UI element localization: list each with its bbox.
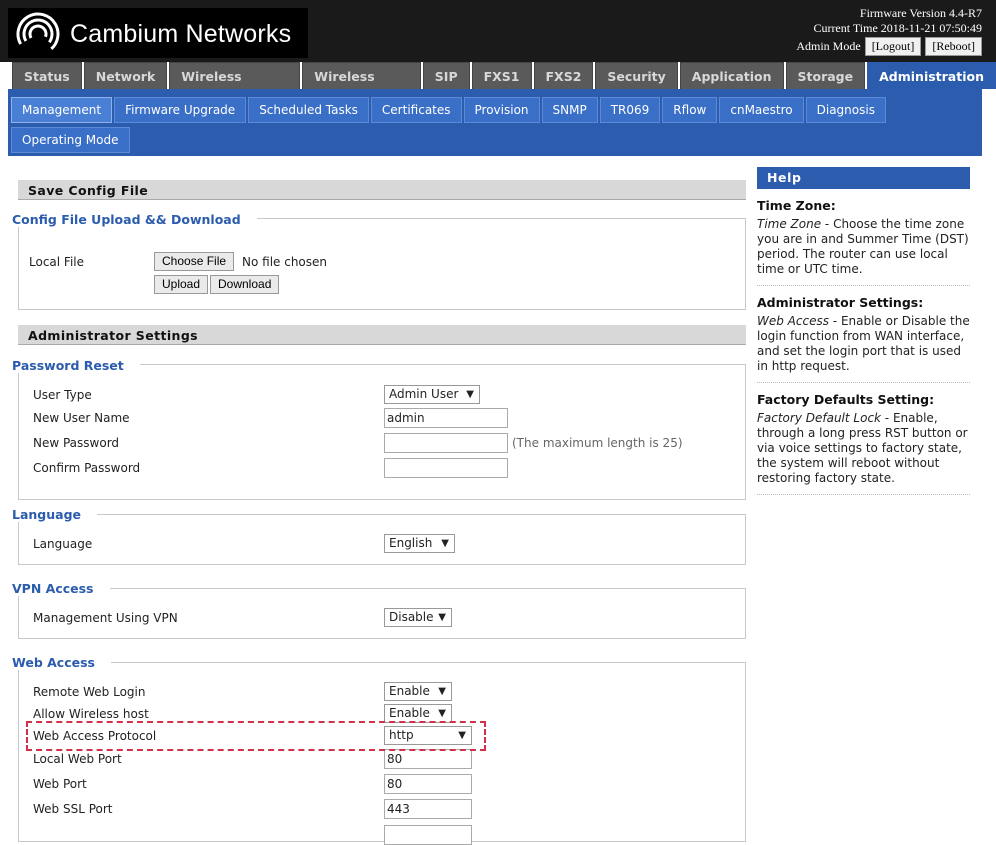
current-time: Current Time 2018-11-21 07:50:49 [813, 21, 982, 35]
subtab-cnmaestro[interactable]: cnMaestro [719, 97, 804, 123]
password-reset-group-title: Password Reset [12, 358, 140, 373]
web-ssl-port-label: Web SSL Port [33, 802, 113, 816]
download-button[interactable]: Download [210, 275, 280, 294]
upload-button[interactable]: Upload [154, 275, 209, 294]
web-port-input[interactable]: 80 [384, 774, 472, 794]
tab-wireless-24[interactable]: Wireless 2.4GHz [169, 62, 301, 111]
admin-settings-header: Administrator Settings [18, 325, 746, 345]
tab-administration[interactable]: Administration [867, 62, 996, 89]
vpn-access-group-title: VPN Access [12, 581, 110, 596]
logout-button[interactable]: [Logout] [864, 37, 922, 56]
tab-sip[interactable]: SIP [422, 62, 470, 89]
user-type-select[interactable]: Admin User ▼ [384, 385, 480, 404]
brand-name: Cambium Networks [70, 20, 292, 48]
no-file-chosen: No file chosen [242, 255, 328, 269]
new-user-name-label: New User Name [33, 411, 130, 425]
subtab-provision[interactable]: Provision [463, 97, 540, 123]
tab-network[interactable]: Network [83, 62, 168, 89]
help-block-admin-settings: Administrator Settings: Web Access - Ena… [757, 286, 970, 383]
chevron-down-icon: ▼ [438, 612, 446, 623]
tab-fxs1[interactable]: FXS1 [471, 62, 532, 89]
brand-logo: Cambium Networks [8, 8, 308, 58]
firmware-version: Firmware Version 4.4-R7 [859, 6, 982, 20]
confirm-password-label: Confirm Password [33, 461, 141, 475]
config-file-group-title: Config File Upload && Download [12, 212, 257, 227]
help-title: Time Zone: [757, 198, 836, 213]
subtab-certificates[interactable]: Certificates [370, 97, 462, 123]
subtab-snmp[interactable]: SNMP [541, 97, 598, 123]
chevron-down-icon: ▼ [438, 686, 446, 697]
new-password-label: New Password [33, 436, 120, 450]
tab-fxs2[interactable]: FXS2 [533, 62, 594, 89]
subtab-tr069[interactable]: TR069 [599, 97, 661, 123]
language-value: English [389, 536, 433, 550]
content-area: Save Config File Local File Choose File … [8, 156, 982, 845]
mgmt-vpn-select[interactable]: Disable ▼ [384, 608, 452, 627]
remote-web-login-select[interactable]: Enable ▼ [384, 682, 452, 701]
subtab-management[interactable]: Management [11, 97, 113, 123]
new-password-input[interactable] [384, 433, 508, 453]
choose-file-button[interactable]: Choose File [154, 252, 235, 271]
chevron-down-icon: ▼ [466, 389, 474, 400]
remote-web-login-label: Remote Web Login [33, 685, 146, 699]
web-access-group-title: Web Access [12, 655, 111, 670]
sub-navigation: Management Firmware Upgrade Scheduled Ta… [8, 89, 982, 156]
password-reset-fieldset: User Type Admin User ▼ New User Name adm… [18, 364, 746, 500]
admin-mode-label: Admin Mode [796, 39, 861, 53]
help-block-factory-defaults: Factory Defaults Setting: Factory Defaul… [757, 383, 970, 495]
tab-wireless-5[interactable]: Wireless 5GHz [302, 62, 421, 111]
remote-web-login-value: Enable [389, 684, 430, 698]
tab-storage[interactable]: Storage [785, 62, 866, 89]
language-select[interactable]: English ▼ [384, 534, 455, 553]
chevron-down-icon: ▼ [441, 538, 449, 549]
help-title: Administrator Settings: [757, 295, 924, 310]
cambium-logo-icon [16, 12, 60, 56]
help-term: Time Zone [757, 217, 822, 231]
subtab-rflow[interactable]: Rflow [662, 97, 718, 123]
highlight-box [26, 721, 486, 751]
new-user-name-input[interactable]: admin [384, 408, 508, 428]
confirm-password-input[interactable] [384, 458, 508, 478]
user-type-value: Admin User [389, 387, 459, 401]
help-header: Help [757, 167, 970, 189]
local-web-port-label: Local Web Port [33, 752, 122, 766]
mgmt-vpn-value: Disable [389, 610, 434, 624]
web-port-label: Web Port [33, 777, 87, 791]
header-info: Firmware Version 4.4-R7 Current Time 201… [796, 6, 982, 56]
subtab-diagnosis[interactable]: Diagnosis [805, 97, 886, 123]
tab-status[interactable]: Status [12, 62, 82, 89]
tab-application[interactable]: Application [679, 62, 784, 89]
subtab-operating-mode[interactable]: Operating Mode [11, 127, 130, 153]
help-panel: Help Time Zone: Time Zone - Choose the t… [757, 167, 970, 495]
allow-wireless-host-label: Allow Wireless host [33, 707, 149, 721]
config-file-fieldset: Local File Choose File No file chosen Up… [18, 218, 746, 310]
next-port-input[interactable] [384, 825, 472, 845]
max-length-hint: (The maximum length is 25) [512, 436, 683, 450]
allow-wireless-host-value: Enable [389, 706, 430, 720]
chevron-down-icon: ▼ [438, 708, 446, 719]
subtab-scheduled-tasks[interactable]: Scheduled Tasks [248, 97, 369, 123]
reboot-button[interactable]: [Reboot] [925, 37, 982, 56]
local-file-label: Local File [29, 255, 84, 269]
top-bar: Cambium Networks Firmware Version 4.4-R7… [0, 0, 996, 62]
help-block-time-zone: Time Zone: Time Zone - Choose the time z… [757, 189, 970, 286]
web-access-fieldset: Remote Web Login Enable ▼ Allow Wireless… [18, 662, 746, 845]
user-type-label: User Type [33, 388, 92, 402]
vpn-access-fieldset: Management Using VPN Disable ▼ [18, 588, 746, 639]
help-title: Factory Defaults Setting: [757, 392, 935, 407]
web-ssl-port-input[interactable]: 443 [384, 799, 472, 819]
language-group-title: Language [12, 507, 98, 522]
main-tabs: Status Network Wireless 2.4GHz Wireless … [12, 62, 996, 111]
language-label: Language [33, 537, 93, 551]
subtab-firmware-upgrade[interactable]: Firmware Upgrade [114, 97, 247, 123]
language-fieldset: Language English ▼ [18, 514, 746, 565]
local-web-port-input[interactable]: 80 [384, 749, 472, 769]
help-term: Factory Default Lock [757, 411, 881, 425]
tab-security[interactable]: Security [595, 62, 678, 89]
save-config-header: Save Config File [18, 180, 746, 200]
mgmt-vpn-label: Management Using VPN [33, 611, 178, 625]
help-term: Web Access [757, 314, 829, 328]
